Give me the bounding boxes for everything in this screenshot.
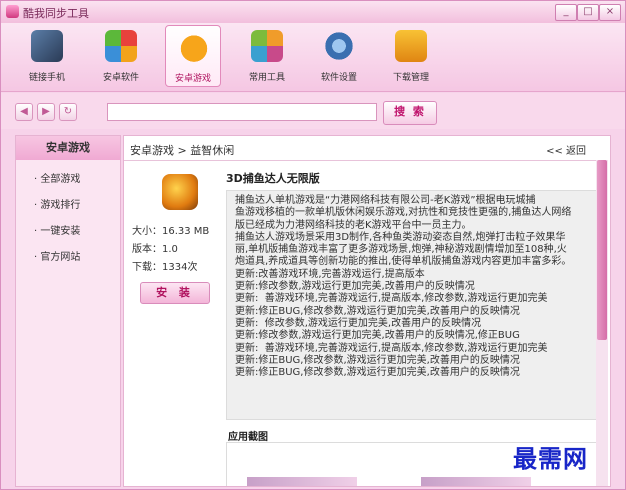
- phone-link-icon: [31, 30, 63, 62]
- description-line: 捕鱼达人单机游戏是“力港网络科技有限公司-老K游戏”根据电玩城捕: [235, 195, 536, 206]
- watermark: 最需网: [513, 444, 588, 473]
- app-detail-panel: 安卓游戏 > 益智休闲 << 返回 大小：16.33 MB 版本：1.0 下载：…: [123, 135, 611, 487]
- main-toolbar: 链接手机 安卓软件 安卓游戏 常用工具 软件设置 下载管理: [1, 23, 625, 92]
- app-logo-icon: [6, 5, 19, 18]
- screenshot-thumbnail[interactable]: [247, 477, 357, 486]
- vertical-scrollbar[interactable]: [596, 160, 608, 486]
- description-line: 更新:改善游戏环境,完善游戏运行,提高版本: [235, 268, 425, 280]
- toolbar-label: 下载管理: [392, 73, 429, 83]
- title-bar: 酷我同步工具 _ □ ×: [1, 1, 625, 23]
- app-downloads: 下载：1334次: [132, 262, 198, 273]
- description-line: 鱼游戏移植的一款单机版休闲娱乐游戏,对抗性和竞技性更强的,捕鱼达人网络: [235, 207, 572, 219]
- screenshots-title: 应用截图: [228, 432, 268, 443]
- description-line: 更新: 修改参数,游戏运行更加完美,改善用户的反映情况: [235, 317, 482, 329]
- description-line: 更新:修正BUG,修改参数,游戏运行更加完美,改善用户的反映情况: [235, 354, 520, 366]
- sidebar-item-label: 游戏排行: [40, 200, 81, 211]
- description-line: 炮道具,养成道具等创新功能的推出,使得单机版捕鱼游戏内容更加丰富多彩。: [235, 256, 572, 268]
- search-button[interactable]: 搜 索: [383, 101, 437, 125]
- toolbar-download-manager[interactable]: 下载管理: [383, 25, 439, 87]
- toolbar-label: 链接手机: [28, 73, 65, 83]
- app-version: 版本：1.0: [132, 244, 178, 255]
- app-window: 酷我同步工具 _ □ × 链接手机 安卓软件 安卓游戏 常用工具 软件设置 下载…: [0, 0, 626, 490]
- description-line: 更新:修正BUG,修改参数,游戏运行更加完美,改善用户的反映情况: [235, 305, 520, 317]
- sidebar-item-one-click-install[interactable]: · 一键安装: [34, 222, 80, 237]
- sidebar-item-label: 一键安装: [40, 226, 81, 237]
- back-arrow-icon[interactable]: ◀: [15, 103, 33, 121]
- breadcrumb: 安卓游戏 > 益智休闲: [130, 144, 235, 157]
- navigation-bar: ◀ ▶ ↻ 搜 索: [1, 93, 625, 129]
- window-title: 酷我同步工具: [23, 7, 89, 20]
- toolbar-label: 常用工具: [248, 73, 285, 83]
- description-line: 更新: 善游戏环境,完善游戏运行,提高版本,修改参数,游戏运行更加完美: [235, 342, 548, 354]
- tools-icon: [251, 30, 283, 62]
- description-line: 更新: 善游戏环境,完善游戏运行,提高版本,修改参数,游戏运行更加完美: [235, 293, 548, 305]
- app-size: 大小：16.33 MB: [132, 226, 210, 237]
- description-line: 更新:修正BUG,修改参数,游戏运行更加完美,改善用户的反映情况: [235, 367, 520, 379]
- scrollbar-thumb[interactable]: [597, 160, 607, 340]
- toolbar-android-games[interactable]: 安卓游戏: [165, 25, 221, 87]
- description-line: 版已经成为力港网络科技的老K游戏平台中一员主力。: [235, 219, 472, 231]
- game-app-icon: [162, 174, 198, 210]
- sidebar-item-label: 官方网站: [40, 252, 81, 263]
- sidebar-item-official-site[interactable]: · 官方网站: [34, 248, 80, 263]
- description-line: 捕鱼达人游戏场景采用3D制作,各种鱼类游动姿态自然,炮弹打击粒子效果华: [235, 231, 566, 243]
- toolbar-label: 安卓软件: [102, 73, 139, 83]
- toolbar-link-phone[interactable]: 链接手机: [19, 25, 75, 87]
- android-apps-icon: [105, 30, 137, 62]
- sidebar-title: 安卓游戏: [16, 136, 120, 160]
- toolbar-label: 安卓游戏: [174, 74, 211, 84]
- forward-arrow-icon[interactable]: ▶: [37, 103, 55, 121]
- sidebar-item-all-games[interactable]: · 全部游戏: [34, 170, 80, 185]
- category-sidebar: 安卓游戏 · 全部游戏 · 游戏排行 · 一键安装 · 官方网站: [15, 135, 121, 487]
- refresh-icon[interactable]: ↻: [59, 103, 77, 121]
- settings-icon: [323, 30, 355, 62]
- toolbar-common-tools[interactable]: 常用工具: [239, 25, 295, 87]
- app-title: 3D捕鱼达人无限版: [226, 172, 320, 185]
- gamepad-icon: [178, 31, 210, 63]
- description-line: 丽,单机版捕鱼游戏丰富了更多游戏场景,炮弹,神秘游戏剧情增加至108种,火: [235, 244, 567, 256]
- screenshot-thumbnail[interactable]: [421, 477, 531, 486]
- download-icon: [395, 30, 427, 62]
- toolbar-settings[interactable]: 软件设置: [311, 25, 367, 87]
- app-description: 捕鱼达人单机游戏是“力港网络科技有限公司-老K游戏”根据电玩城捕 鱼游戏移植的一…: [226, 190, 598, 420]
- toolbar-android-apps[interactable]: 安卓软件: [93, 25, 149, 87]
- minimize-button[interactable]: _: [555, 4, 577, 21]
- back-link[interactable]: << 返回: [546, 142, 586, 157]
- maximize-button[interactable]: □: [577, 4, 599, 21]
- description-line: 更新:修改参数,游戏运行更加完美,改善用户的反映情况,修正BUG: [235, 330, 520, 342]
- divider: [124, 160, 608, 161]
- sidebar-item-ranking[interactable]: · 游戏排行: [34, 196, 80, 211]
- search-input[interactable]: [107, 103, 377, 121]
- install-button[interactable]: 安 装: [140, 282, 210, 304]
- close-button[interactable]: ×: [599, 4, 621, 21]
- toolbar-label: 软件设置: [320, 73, 357, 83]
- description-line: 更新:修改参数,游戏运行更加完美,改善用户的反映情况: [235, 281, 475, 293]
- sidebar-item-label: 全部游戏: [40, 174, 81, 185]
